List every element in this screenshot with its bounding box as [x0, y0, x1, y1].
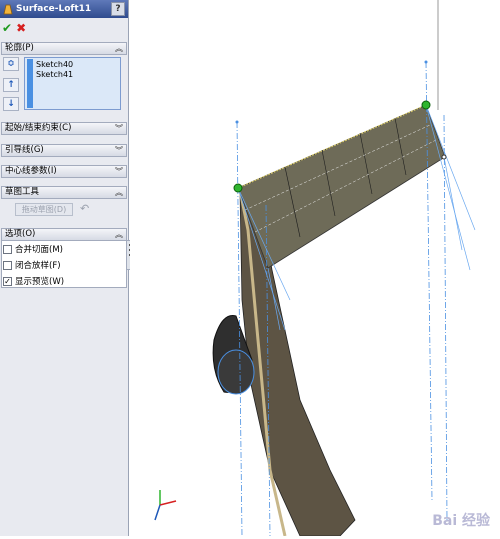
section-profiles-label: 轮廓(P): [5, 43, 34, 53]
section-centerline-label: 中心线参数(I): [5, 166, 57, 176]
list-item[interactable]: Sketch41: [36, 70, 73, 79]
checkbox[interactable]: [3, 244, 12, 254]
collapse-icon[interactable]: ︽: [115, 43, 123, 54]
section-centerline-header[interactable]: 中心线参数(I) ︾: [1, 165, 127, 178]
move-up-button[interactable]: ↑: [3, 78, 19, 92]
graphics-viewport[interactable]: Bai 经验: [130, 0, 500, 537]
section-sketch-tools-label: 草图工具: [5, 187, 40, 197]
construction-point: [424, 60, 428, 64]
section-guides-header[interactable]: 引导线(G) ︾: [1, 144, 127, 157]
model-canvas: [154, 0, 476, 537]
cancel-button[interactable]: ✖: [16, 21, 26, 35]
collapse-icon[interactable]: ︽: [115, 187, 123, 198]
section-constraints-label: 起始/结束约束(C): [5, 123, 72, 133]
collapse-icon[interactable]: ︽: [115, 229, 123, 240]
ok-cancel-row: ✔ ✖: [2, 21, 26, 35]
checkbox[interactable]: [3, 260, 12, 270]
help-button[interactable]: ?: [111, 2, 125, 16]
cylinder-face: [217, 349, 255, 395]
loft-surface: [237, 104, 446, 269]
option-label: 显示预览(W): [15, 277, 65, 287]
option-merge-tangent[interactable]: 合并切面(M): [3, 243, 63, 255]
feature-title-bar: Surface-Loft11 ?: [0, 0, 128, 18]
option-close-loft[interactable]: 闭合放样(F): [3, 259, 61, 271]
watermark-text: Bai 经验: [432, 513, 490, 529]
move-down-button[interactable]: ↓: [3, 97, 19, 111]
expand-icon[interactable]: ︾: [115, 123, 123, 134]
connector-point: [421, 100, 431, 110]
checkbox-checked[interactable]: ✓: [3, 276, 12, 286]
expand-icon[interactable]: ︾: [115, 145, 123, 156]
section-constraints-header[interactable]: 起始/结束约束(C) ︾: [1, 122, 127, 135]
option-label: 合并切面(M): [15, 245, 63, 255]
drag-sketch-button[interactable]: 拖动草图(D): [15, 203, 73, 216]
section-guides-label: 引导线(G): [5, 145, 44, 155]
section-profiles-header[interactable]: 轮廓(P) ︽: [1, 42, 127, 55]
list-selection-bar: [27, 59, 33, 108]
connector-point: [233, 183, 243, 193]
connector-point: [441, 154, 447, 160]
coordinate-triad-icon: [154, 490, 177, 521]
loft-icon: [3, 4, 13, 14]
list-item[interactable]: Sketch40: [36, 60, 73, 69]
option-label: 闭合放样(F): [15, 261, 61, 271]
profiles-list[interactable]: Sketch40 Sketch41: [24, 57, 121, 110]
feature-title: Surface-Loft11: [16, 4, 92, 14]
construction-point: [235, 120, 239, 124]
undo-icon[interactable]: ↶: [80, 202, 89, 215]
option-show-preview[interactable]: ✓ 显示预览(W): [3, 275, 64, 287]
section-sketch-tools-header[interactable]: 草图工具 ︽: [1, 186, 127, 199]
profile-type-icon[interactable]: ≎: [3, 57, 19, 71]
expand-icon[interactable]: ︾: [115, 166, 123, 177]
ok-button[interactable]: ✔: [2, 21, 12, 35]
section-options-label: 选项(O): [5, 229, 36, 239]
property-manager-panel: Surface-Loft11 ? ✔ ✖ 轮廓(P) ︽ ≎ ↑ ↓ Sketc…: [0, 0, 134, 536]
